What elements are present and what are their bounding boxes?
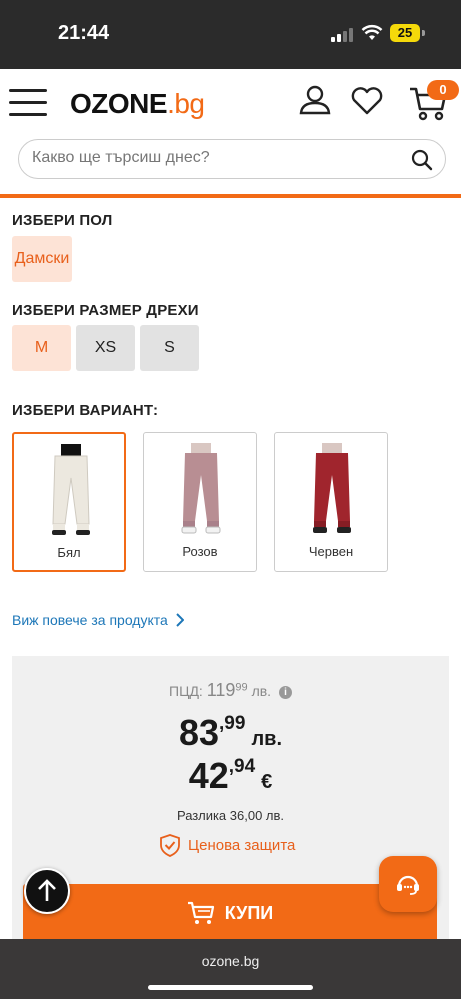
rrp-label: ПЦД: [169, 683, 203, 699]
price-difference: Разлика 36,00 лв. [176, 808, 285, 823]
shield-check-icon [160, 834, 180, 857]
hamburger-menu-icon[interactable] [9, 89, 47, 117]
support-chat-button[interactable] [379, 856, 437, 912]
more-link-text: Виж повече за продукта [12, 612, 168, 628]
rrp-cents: 99 [235, 681, 248, 694]
price-eur-whole: 42 [188, 755, 229, 796]
battery-icon: 25 [390, 24, 420, 42]
search-icon[interactable] [411, 149, 433, 171]
logo-tld: .bg [167, 88, 205, 119]
price-bgn-cents: ,99 [219, 713, 246, 734]
info-icon[interactable]: i [278, 686, 292, 699]
home-indicator [148, 985, 313, 990]
pants-image-white [52, 444, 90, 535]
variant-label-red: Червен [308, 544, 354, 559]
gender-title: ИЗБЕРИ ПОЛ [12, 212, 113, 229]
recommended-price: ПЦД: 11999 лв. i [12, 680, 449, 701]
pants-image-pink [181, 443, 221, 534]
size-option-m[interactable]: M [12, 325, 71, 371]
browser-bottom-bar: ozone.bg [0, 939, 461, 999]
more-product-info-link[interactable]: Виж повече за продукта [12, 612, 184, 628]
size-option-xs[interactable]: XS [76, 325, 135, 371]
price-protection[interactable]: Ценова защита [160, 834, 295, 857]
site-header: OZONE.bg 0 [0, 69, 461, 139]
variant-title: ИЗБЕРИ ВАРИАНТ: [12, 402, 159, 419]
variant-option-white[interactable]: Бял [12, 432, 126, 572]
price-eur: 42,94€ [12, 755, 449, 797]
buy-button[interactable]: КУПИ [23, 884, 437, 942]
status-time: 21:44 [58, 22, 110, 44]
arrow-up-icon [38, 879, 56, 901]
chevron-right-icon [176, 613, 184, 627]
price-bgn: 83,99лв. [12, 712, 449, 754]
price-bgn-whole: 83 [178, 712, 220, 753]
size-option-s[interactable]: S [140, 325, 199, 371]
search-bar [18, 139, 446, 179]
price-eur-cents: ,94 [228, 756, 256, 777]
pants-image-red [313, 443, 351, 533]
variant-option-pink[interactable]: Розов [143, 432, 257, 572]
search-input[interactable] [32, 149, 392, 167]
rrp-currency: лв. [251, 683, 272, 699]
battery-tip [422, 30, 425, 36]
scroll-to-top-button[interactable] [24, 868, 70, 914]
price-protection-text: Ценова защита [188, 837, 296, 854]
user-account-icon[interactable] [298, 85, 332, 115]
logo-main: OZONE [70, 88, 168, 119]
variant-option-red[interactable]: Червен [274, 432, 388, 572]
wifi-icon [361, 24, 383, 40]
price-bgn-currency: лв. [251, 728, 283, 750]
ozone-logo[interactable]: OZONE.bg [70, 88, 205, 120]
cart-count-badge: 0 [427, 80, 459, 100]
wishlist-heart-icon[interactable] [350, 87, 384, 115]
cart-icon [187, 901, 214, 924]
rrp-whole: 119 [206, 680, 236, 700]
browser-url[interactable]: ozone.bg [0, 953, 461, 969]
variant-label-white: Бял [57, 545, 81, 560]
status-bar: 21:44 25 [0, 0, 461, 69]
size-title: ИЗБЕРИ РАЗМЕР ДРЕХИ [12, 302, 199, 319]
orange-divider [0, 194, 461, 198]
buy-button-label: КУПИ [224, 902, 274, 923]
variant-label-pink: Розов [182, 544, 218, 559]
gender-option-female[interactable]: Дамски [12, 236, 72, 282]
price-eur-currency: € [261, 771, 273, 793]
headset-icon [397, 875, 419, 895]
cellular-signal-icon [331, 28, 353, 42]
